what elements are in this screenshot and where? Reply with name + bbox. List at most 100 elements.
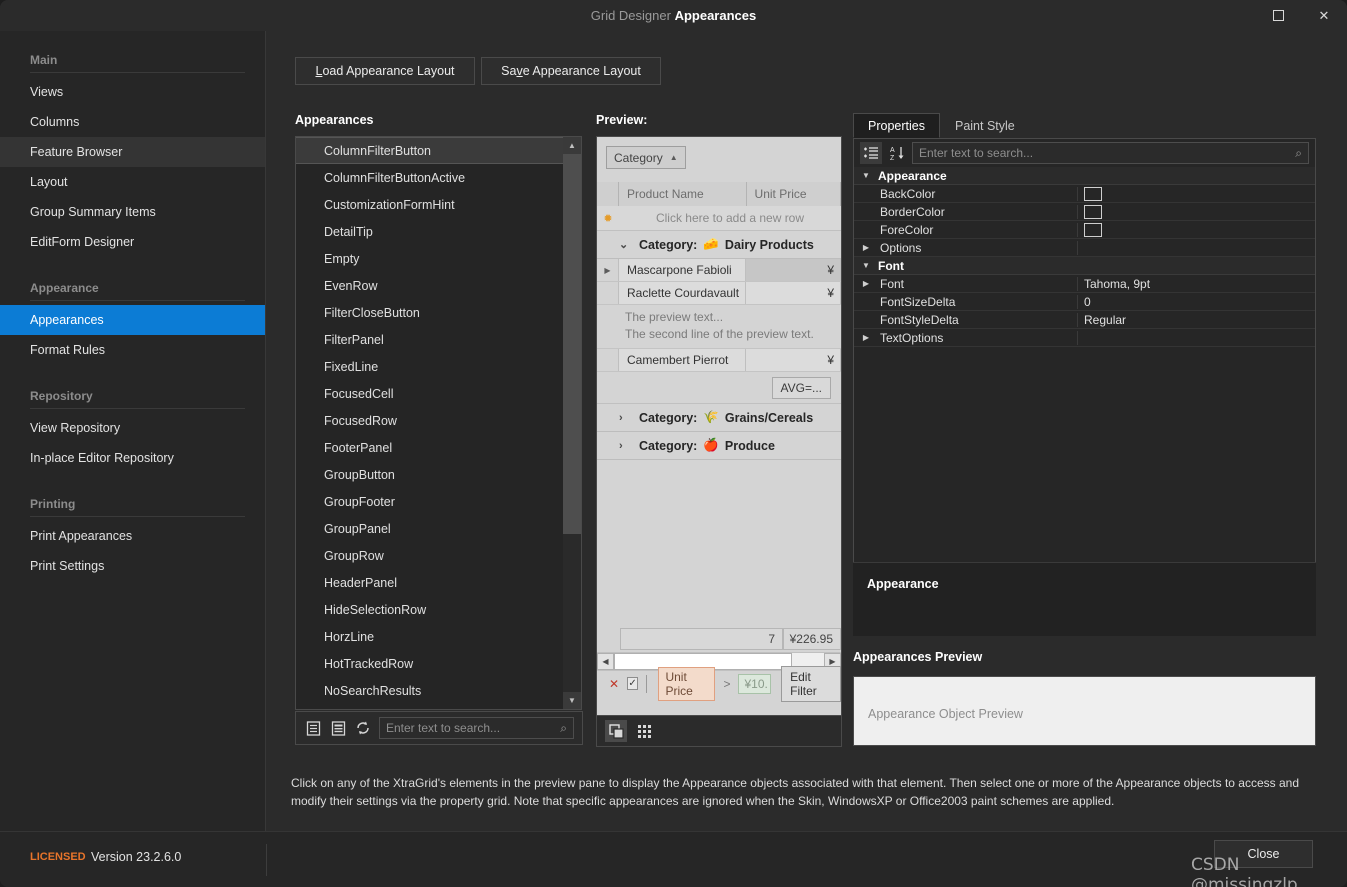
column-header-unit-price[interactable]: Unit Price (747, 182, 841, 206)
tab-properties[interactable]: Properties (853, 113, 940, 138)
appearance-list-item[interactable]: FilterPanel (296, 326, 564, 353)
chevron-right-icon[interactable]: › (619, 440, 633, 452)
cell-unit-price[interactable]: ¥ (745, 259, 841, 281)
save-appearance-layout-button[interactable]: Save Appearance Layout (481, 57, 661, 85)
appearance-list-item[interactable]: NoSearchResults (296, 677, 564, 704)
appearance-list-item[interactable]: HotTrackedRow (296, 650, 564, 677)
appearance-list-item[interactable]: GroupFooter (296, 488, 564, 515)
chevron-right-icon[interactable]: ▶ (854, 333, 878, 342)
appearance-list-item[interactable]: FixedLine (296, 353, 564, 380)
categorized-icon[interactable] (860, 142, 882, 164)
property-row[interactable]: FontSizeDelta 0 (854, 293, 1315, 311)
property-search-input[interactable]: Enter text to search... ⌕ (912, 142, 1309, 164)
filter-enabled-checkbox[interactable]: ✓ (627, 677, 639, 690)
detail-view-icon[interactable] (329, 719, 347, 737)
new-item-row[interactable]: ✹ Click here to add a new row (597, 206, 841, 231)
chevron-right-icon[interactable]: ▶ (854, 279, 878, 288)
sidebar-item-views[interactable]: Views (0, 77, 265, 107)
appearance-list-item[interactable]: EvenRow (296, 272, 564, 299)
grid-layout-icon[interactable] (633, 720, 655, 742)
appearance-list-item[interactable]: DetailTip (296, 218, 564, 245)
maximize-icon[interactable] (1255, 0, 1301, 31)
filter-value[interactable]: ¥10. (738, 673, 772, 694)
property-row[interactable]: ▶ Options (854, 239, 1315, 257)
grid-preview[interactable]: Category ▲ Product Name Unit Price ✹ Cli… (596, 136, 842, 745)
property-row[interactable]: ForeColor (854, 221, 1315, 239)
grid-footer-sum[interactable]: ¥226.95 (783, 627, 841, 650)
filter-operator[interactable]: > (723, 677, 730, 691)
color-swatch[interactable] (1084, 186, 1102, 201)
chevron-right-icon[interactable]: ▶ (854, 243, 878, 252)
appearance-list-item[interactable]: GroupButton (296, 461, 564, 488)
property-row[interactable]: BackColor (854, 185, 1315, 203)
group-row-dairy-products[interactable]: ⌄ Category: 🧀 Dairy Products (597, 231, 841, 259)
appearances-list-scrollbar[interactable]: ▲ ▼ (563, 137, 581, 709)
cell-product-name[interactable]: Mascarpone Fabioli (619, 259, 746, 281)
chevron-down-icon[interactable]: ▼ (854, 261, 878, 270)
sidebar-item-group-summary-items[interactable]: Group Summary Items (0, 197, 265, 227)
filter-close-icon[interactable]: ✕ (609, 677, 619, 691)
group-panel[interactable]: Category ▲ (597, 137, 841, 182)
load-appearance-layout-button[interactable]: Load Appearance Layout (295, 57, 475, 85)
cell-product-name[interactable]: Raclette Courdavault (619, 282, 746, 304)
appearances-list[interactable]: ColumnFilterButton ColumnFilterButtonActi… (295, 136, 582, 710)
sidebar-item-feature-browser[interactable]: Feature Browser (0, 137, 265, 167)
appearance-list-item[interactable]: FilterCloseButton (296, 299, 564, 326)
color-swatch[interactable] (1084, 204, 1102, 219)
group-row-grains-cereals[interactable]: › Category: 🌾 Grains/Cereals (597, 404, 841, 432)
table-row[interactable]: Raclette Courdavault ¥ (597, 282, 841, 305)
group-footer-summary[interactable]: AVG=... (771, 376, 831, 399)
edit-filter-button[interactable]: Edit Filter (781, 665, 841, 702)
property-row[interactable]: ▶ Font Tahoma, 9pt (854, 275, 1315, 293)
table-row[interactable]: ▶ Mascarpone Fabioli ¥ (597, 259, 841, 282)
group-row-produce[interactable]: › Category: 🍎 Produce (597, 432, 841, 460)
sidebar-item-editform-designer[interactable]: EditForm Designer (0, 227, 265, 257)
color-swatch[interactable] (1084, 222, 1102, 237)
scroll-left-arrow-icon[interactable]: ◀ (597, 653, 614, 670)
search-icon[interactable]: ⌕ (1295, 146, 1302, 161)
appearance-list-item[interactable]: HeaderPanel (296, 569, 564, 596)
grid-footer-count[interactable]: 7 (620, 627, 783, 650)
sidebar-item-inplace-editor-repository[interactable]: In-place Editor Repository (0, 443, 265, 473)
filter-field[interactable]: Unit Price (658, 666, 716, 701)
search-icon[interactable]: ⌕ (560, 721, 567, 736)
sidebar-item-print-appearances[interactable]: Print Appearances (0, 521, 265, 551)
chevron-down-icon[interactable]: ▼ (854, 171, 878, 180)
close-button[interactable]: Close (1214, 840, 1313, 868)
appearance-list-item[interactable]: FooterPanel (296, 434, 564, 461)
appearance-list-item[interactable]: ColumnFilterButton (296, 137, 564, 164)
scrollbar-thumb[interactable] (563, 154, 581, 534)
tab-paint-style[interactable]: Paint Style (939, 113, 1030, 138)
sidebar-item-format-rules[interactable]: Format Rules (0, 335, 265, 365)
chevron-down-icon[interactable]: ⌄ (619, 238, 633, 251)
appearance-list-item[interactable]: HorzLine (296, 623, 564, 650)
appearance-list-item[interactable]: GroupPanel (296, 515, 564, 542)
overlay-views-icon[interactable] (605, 720, 627, 742)
property-category-row[interactable]: ▼ Appearance (854, 167, 1315, 185)
sidebar-item-layout[interactable]: Layout (0, 167, 265, 197)
property-value[interactable]: Tahoma, 9pt (1078, 277, 1315, 291)
appearance-list-item[interactable]: FocusedCell (296, 380, 564, 407)
appearance-list-item[interactable]: CustomizationFormHint (296, 191, 564, 218)
property-row[interactable]: FontStyleDelta Regular (854, 311, 1315, 329)
property-value[interactable]: 0 (1078, 295, 1315, 309)
appearance-object-preview[interactable]: Appearance Object Preview (853, 676, 1316, 746)
scroll-up-arrow-icon[interactable]: ▲ (563, 137, 581, 154)
property-value[interactable] (1078, 204, 1315, 219)
appearance-list-item[interactable]: ColumnFilterButtonActive (296, 164, 564, 191)
property-value[interactable] (1078, 222, 1315, 237)
appearance-list-item[interactable]: HideSelectionRow (296, 596, 564, 623)
sort-ascending-icon[interactable]: ▲ (670, 153, 678, 162)
list-view-icon[interactable] (304, 719, 322, 737)
cell-product-name[interactable]: Camembert Pierrot (619, 349, 746, 371)
property-row[interactable]: ▶ TextOptions (854, 329, 1315, 347)
alphabetical-sort-icon[interactable]: A Z (886, 142, 908, 164)
cell-unit-price[interactable]: ¥ (745, 282, 841, 304)
appearance-list-item[interactable]: Empty (296, 245, 564, 272)
appearance-list-item[interactable]: GroupRow (296, 542, 564, 569)
property-value[interactable] (1078, 186, 1315, 201)
sidebar-item-print-settings[interactable]: Print Settings (0, 551, 265, 581)
group-panel-chip-category[interactable]: Category ▲ (606, 146, 686, 169)
property-row[interactable]: BorderColor (854, 203, 1315, 221)
cell-unit-price[interactable]: ¥ (745, 349, 841, 371)
